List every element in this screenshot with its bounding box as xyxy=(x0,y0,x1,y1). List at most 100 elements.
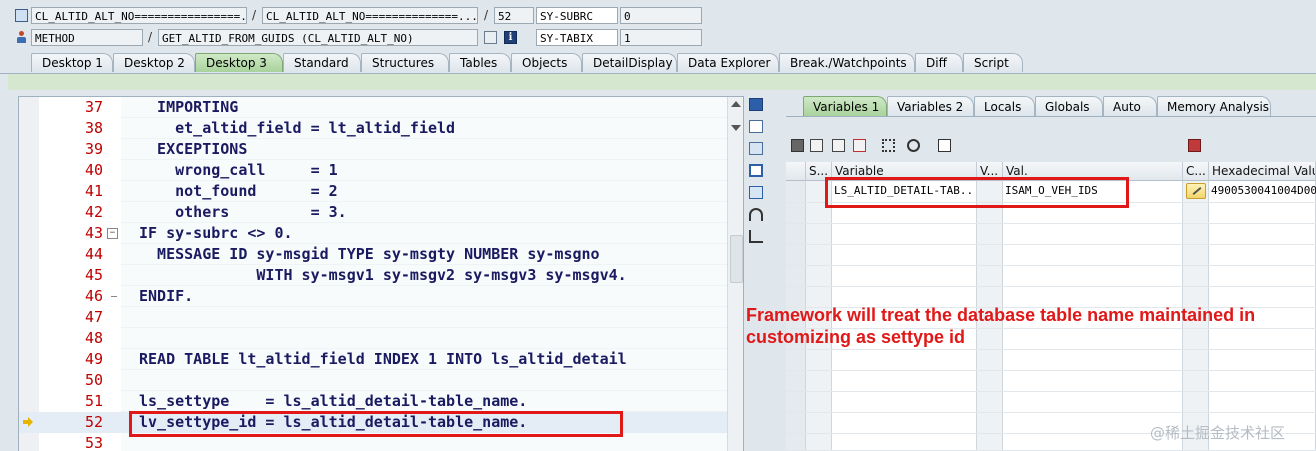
code-line[interactable]: 40 wrong_call = 1 xyxy=(19,160,727,181)
code-text: READ TABLE lt_altid_field INDEX 1 INTO l… xyxy=(139,350,627,368)
line-number: 38 xyxy=(84,119,103,137)
line-number: 40 xyxy=(84,161,103,179)
line-number: 49 xyxy=(84,350,103,368)
code-text: not_found = 2 xyxy=(139,182,338,200)
code-line[interactable]: 45 WITH sy-msgv1 sy-msgv2 sy-msgv3 sy-ms… xyxy=(19,265,727,286)
new-tool-icon[interactable] xyxy=(749,120,763,133)
line-number-field[interactable]: 52 xyxy=(494,7,534,24)
line-number: 53 xyxy=(84,434,103,451)
code-line[interactable]: 46 ENDIF. xyxy=(19,286,727,307)
separator: / xyxy=(484,8,489,22)
line-number: 42 xyxy=(84,203,103,221)
tab-script[interactable]: Script xyxy=(963,53,1023,72)
program-field[interactable]: CL_ALTID_ALT_NO================... xyxy=(31,7,247,24)
tab-locals[interactable]: Locals xyxy=(974,96,1035,116)
layout-icon[interactable] xyxy=(938,139,951,152)
tab-standard[interactable]: Standard xyxy=(283,53,361,72)
sysvar-name-field-2[interactable]: SY-TABIX xyxy=(536,29,618,46)
watermark: @稀土掘金技术社区 xyxy=(1150,424,1286,442)
code-line[interactable]: 38 et_altid_field = lt_altid_field xyxy=(19,118,727,139)
hierarchy-icon[interactable] xyxy=(882,139,895,152)
code-line[interactable]: 41 not_found = 2 xyxy=(19,181,727,202)
fold-toggle[interactable]: − xyxy=(107,228,118,239)
tab-tables[interactable]: Tables xyxy=(449,53,511,72)
class-icon xyxy=(15,9,28,22)
delete-icon[interactable] xyxy=(791,139,804,152)
line-number: 41 xyxy=(84,182,103,200)
debugger-info-row-1: CL_ALTID_ALT_NO================... / CL_… xyxy=(0,6,1316,26)
display-source-icon[interactable] xyxy=(484,31,497,44)
sysvar-value-field[interactable]: 0 xyxy=(620,7,702,24)
code-line[interactable]: 50 xyxy=(19,370,727,391)
tab-data-explorer[interactable]: Data Explorer xyxy=(677,53,779,72)
insert-row-icon[interactable] xyxy=(810,139,823,152)
tab-structures[interactable]: Structures xyxy=(361,53,449,72)
swap-tool-icon[interactable] xyxy=(749,142,763,155)
code-line[interactable]: 44 MESSAGE ID sy-msgid TYPE sy-msgty NUM… xyxy=(19,244,727,265)
method-field[interactable]: GET_ALTID_FROM_GUIDS (CL_ALTID_ALT_NO) xyxy=(158,29,478,46)
tab-globals[interactable]: Globals xyxy=(1035,96,1103,116)
column-header-c[interactable]: C... xyxy=(1183,162,1209,181)
code-text: IF sy-subrc <> 0. xyxy=(139,224,293,242)
row-divider xyxy=(786,244,1316,245)
tab-baseline xyxy=(786,116,1316,117)
close-tool-icon[interactable] xyxy=(749,98,763,111)
delete-row-icon[interactable] xyxy=(853,139,866,152)
info-icon[interactable]: i xyxy=(504,31,517,44)
tree-tool-icon[interactable] xyxy=(749,230,763,243)
scroll-thumb[interactable] xyxy=(730,235,743,283)
type-field[interactable]: METHOD xyxy=(31,29,143,46)
tab-desktop-2[interactable]: Desktop 2 xyxy=(113,53,195,72)
code-line[interactable]: 37 IMPORTING xyxy=(19,97,727,118)
sysvar-value-field-2[interactable]: 1 xyxy=(620,29,702,46)
tab-variables-1[interactable]: Variables 1 xyxy=(803,96,887,116)
annotation-line-2: customizing as settype id xyxy=(746,327,966,347)
tab-objects[interactable]: Objects xyxy=(511,53,582,72)
transfer-icon[interactable] xyxy=(907,139,920,152)
code-line[interactable]: 49 READ TABLE lt_altid_field INDEX 1 INT… xyxy=(19,349,727,370)
source-code-editor[interactable]: 37 IMPORTING 38 et_altid_field = lt_alti… xyxy=(18,96,744,451)
code-text: WITH sy-msgv1 sy-msgv2 sy-msgv3 sy-msgv4… xyxy=(139,266,627,284)
tab-desktop-3[interactable]: Desktop 3 xyxy=(195,53,283,72)
services-tool-icon[interactable] xyxy=(749,208,763,221)
line-number: 37 xyxy=(84,98,103,116)
current-line-arrow-icon xyxy=(23,417,33,427)
line-number: 45 xyxy=(84,266,103,284)
code-line[interactable]: − 43 IF sy-subrc <> 0. xyxy=(19,223,727,244)
append-row-icon[interactable] xyxy=(832,139,845,152)
variables-toolbar xyxy=(786,136,1316,156)
variables-panel: Variables 1 Variables 2 Locals Globals A… xyxy=(786,90,1316,450)
code-line[interactable]: 51 ls_settype = ls_altid_detail-table_na… xyxy=(19,391,727,412)
tab-variables-2[interactable]: Variables 2 xyxy=(887,96,974,116)
code-line[interactable]: 48 xyxy=(19,328,727,349)
code-line[interactable]: 39 EXCEPTIONS xyxy=(19,139,727,160)
scroll-up-icon[interactable] xyxy=(731,101,741,107)
line-number: 51 xyxy=(84,392,103,410)
save-icon[interactable] xyxy=(1188,139,1201,152)
scroll-down-icon[interactable] xyxy=(731,125,741,131)
tab-auto[interactable]: Auto xyxy=(1103,96,1157,116)
highlight-box-variable-row xyxy=(825,177,1129,208)
row-divider xyxy=(786,370,1316,371)
separator: / xyxy=(148,30,153,44)
resize-tool-icon[interactable] xyxy=(749,186,763,199)
variable-hex-cell[interactable]: 4900530041004D00 xyxy=(1211,181,1316,201)
tab-memory-analysis[interactable]: Memory Analysis xyxy=(1157,96,1271,116)
code-line[interactable]: 42 others = 3. xyxy=(19,202,727,223)
debugger-info-row-2: METHOD / GET_ALTID_FROM_GUIDS (CL_ALTID_… xyxy=(0,28,1316,48)
tab-diff[interactable]: Diff xyxy=(915,53,963,72)
tab-breakpoints-watchpoints[interactable]: Break./Watchpoints xyxy=(779,53,915,72)
sysvar-name-field[interactable]: SY-SUBRC xyxy=(536,7,618,24)
row-divider xyxy=(786,349,1316,350)
include-field[interactable]: CL_ALTID_ALT_NO==============... xyxy=(262,7,478,24)
code-line[interactable]: 47 xyxy=(19,307,727,328)
editor-vertical-scrollbar[interactable] xyxy=(727,97,743,451)
code-text: wrong_call = 1 xyxy=(139,161,338,179)
column-header-hex[interactable]: Hexadecimal Value xyxy=(1209,162,1316,181)
code-text: ENDIF. xyxy=(139,287,194,305)
edit-pencil-icon[interactable] xyxy=(1186,183,1206,199)
tab-detaildisplay[interactable]: DetailDisplay xyxy=(582,53,677,72)
maximize-tool-icon[interactable] xyxy=(749,164,763,177)
tab-desktop-1[interactable]: Desktop 1 xyxy=(31,53,113,72)
annotation-line-1: Framework will treat the database table … xyxy=(746,305,1256,325)
